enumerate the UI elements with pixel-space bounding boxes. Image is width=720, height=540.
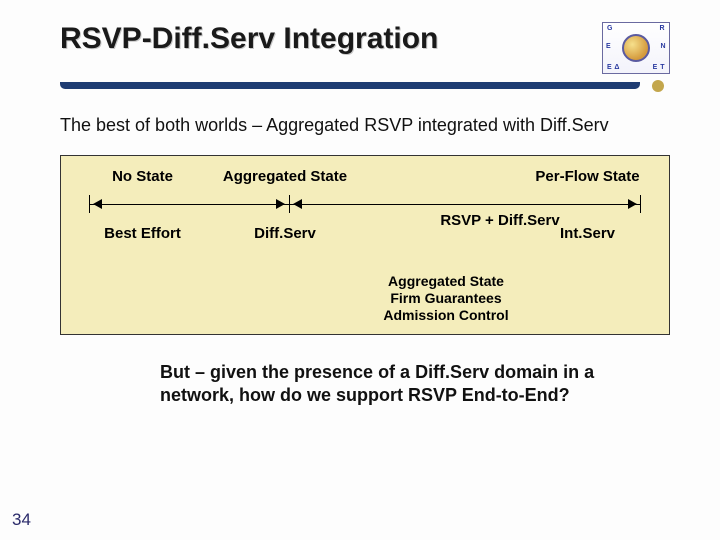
benefit-item: Aggregated State (331, 273, 561, 290)
axis-line-icon (89, 204, 641, 205)
label-no-state: No State (75, 168, 210, 185)
benefit-item: Admission Control (331, 307, 561, 324)
benefits-list: Aggregated State Firm Guarantees Admissi… (331, 273, 561, 323)
logo-letter: G (607, 25, 613, 32)
title-rule (60, 82, 670, 92)
rule-dot-icon (652, 80, 664, 92)
globe-icon (622, 34, 650, 62)
title-row: RSVP-Diff.Serv Integration G R E N Ε Δ Ε… (60, 22, 670, 74)
top-label-row: No State Aggregated State Per-Flow State (75, 168, 655, 185)
label-diffserv: Diff.Serv (210, 225, 360, 242)
grnet-logo: G R E N Ε Δ Ε Τ (602, 22, 670, 74)
logo-letter: N (660, 43, 666, 50)
spectrum-axis (75, 195, 655, 213)
arrow-left-icon (93, 199, 102, 209)
followup-question: But – given the presence of a Diff.Serv … (160, 361, 630, 408)
label-rsvp-diffserv: RSVP + Diff.Serv (361, 212, 639, 229)
label-best-effort: Best Effort (75, 225, 210, 242)
logo-letter: Ε Τ (653, 64, 665, 71)
logo-letter: Ε Δ (607, 64, 620, 71)
subtitle-text: The best of both worlds – Aggregated RSV… (60, 114, 670, 137)
slide: RSVP-Diff.Serv Integration G R E N Ε Δ Ε… (0, 0, 720, 540)
slide-title: RSVP-Diff.Serv Integration (60, 22, 438, 56)
tick-icon (640, 195, 641, 213)
arrow-left-icon (293, 199, 302, 209)
label-per-flow-state: Per-Flow State (520, 168, 655, 185)
logo-letter: R (659, 25, 665, 32)
arrow-right-icon (628, 199, 637, 209)
benefit-item: Firm Guarantees (331, 290, 561, 307)
tick-icon (289, 195, 290, 213)
logo-letter: E (606, 43, 611, 50)
tick-icon (89, 195, 90, 213)
spectrum-diagram: No State Aggregated State Per-Flow State… (60, 155, 670, 335)
arrow-right-icon (276, 199, 285, 209)
label-aggregated-state: Aggregated State (210, 168, 360, 185)
page-number: 34 (12, 510, 31, 530)
